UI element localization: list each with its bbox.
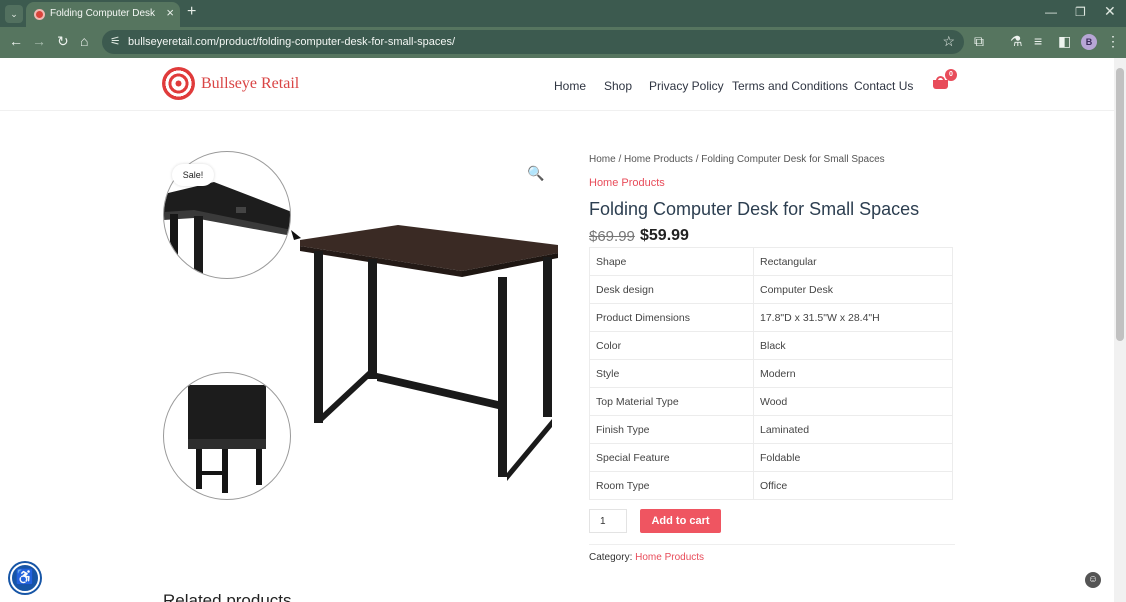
table-row: Shape Rectangular — [589, 247, 953, 276]
side-panel-icon[interactable]: ◧ — [1058, 33, 1071, 50]
sale-badge: Sale! — [172, 164, 214, 186]
browser-toolbar: ← → ↻ ⌂ ⚟ bullseyeretail.com/product/fol… — [0, 27, 1126, 58]
nav-shop[interactable]: Shop — [604, 79, 632, 93]
category-value-link[interactable]: Home Products — [635, 552, 704, 563]
spec-key: Top Material Type — [589, 387, 754, 416]
kebab-menu-icon[interactable]: ⋮ — [1106, 33, 1120, 50]
folded-desk-circle — [163, 372, 291, 500]
spec-value: Rectangular — [753, 247, 953, 276]
desk-product-image — [300, 225, 558, 481]
restore-icon[interactable]: ❐ — [1075, 5, 1086, 19]
spec-key: Room Type — [589, 471, 754, 500]
spec-value: Laminated — [753, 415, 953, 444]
spec-value: Black — [753, 331, 953, 360]
magnifier-icon[interactable]: 🔍 — [527, 165, 544, 182]
browser-tabbar: ⌄ Folding Computer Desk for Small Spaces… — [0, 0, 1126, 27]
spec-key: Shape — [589, 247, 754, 276]
new-tab-icon[interactable]: + — [187, 3, 196, 21]
divider — [589, 544, 955, 545]
extensions-icon[interactable]: ⧉ — [974, 33, 984, 50]
site-info-icon[interactable]: ⚟ — [110, 34, 121, 48]
forward-icon[interactable]: → — [32, 33, 46, 49]
close-tab-icon[interactable]: × — [166, 5, 174, 20]
tab-search-chevron-icon[interactable]: ⌄ — [5, 5, 23, 23]
nav-contact-us[interactable]: Contact Us — [854, 79, 913, 93]
nav-terms-and-conditions[interactable]: Terms and Conditions — [732, 79, 848, 93]
url-text[interactable]: bullseyeretail.com/product/folding-compu… — [128, 36, 455, 48]
table-row: Special Feature Foldable — [589, 443, 953, 472]
accessibility-icon[interactable]: ♿ — [10, 563, 40, 593]
table-row: Color Black — [589, 331, 953, 360]
spec-value: Foldable — [753, 443, 953, 472]
table-row: Product Dimensions 17.8"D x 31.5"W x 28.4… — [589, 303, 953, 332]
product-title: Folding Computer Desk for Small Spaces — [589, 199, 920, 219]
site-header: Bullseye Retail Home Shop Privacy Policy… — [0, 58, 1114, 111]
table-row: Top Material Type Wood — [589, 387, 953, 416]
site-favicon-icon — [34, 9, 45, 20]
table-row: Style Modern — [589, 359, 953, 388]
profile-avatar[interactable]: B — [1081, 34, 1097, 50]
related-products-heading: Related products — [163, 591, 292, 602]
sale-price: $59.99 — [640, 227, 689, 244]
minimize-icon[interactable]: — — [1045, 5, 1057, 19]
page-scrollbar[interactable] — [1114, 58, 1126, 602]
nav-home[interactable]: Home — [554, 79, 586, 93]
spec-key: Product Dimensions — [589, 303, 754, 332]
category-label: Category: — [589, 552, 633, 563]
product-image-gallery[interactable] — [160, 148, 558, 503]
spec-value: Modern — [753, 359, 953, 388]
product-category: Category: Home Products — [589, 552, 704, 563]
original-price: $69.99 — [589, 228, 635, 245]
bookmark-star-icon[interactable]: ☆ — [942, 33, 955, 50]
back-icon[interactable]: ← — [9, 33, 23, 49]
spec-key: Finish Type — [589, 415, 754, 444]
table-row: Room Type Office — [589, 471, 953, 500]
add-to-cart-button[interactable]: Add to cart — [640, 509, 721, 533]
spec-value: Office — [753, 471, 953, 500]
category-link[interactable]: Home Products — [589, 177, 665, 189]
reading-list-icon[interactable]: ≡ — [1034, 33, 1042, 49]
spec-value: 17.8"D x 31.5"W x 28.4"H — [753, 303, 953, 332]
home-icon[interactable]: ⌂ — [80, 33, 88, 49]
brand-name[interactable]: Bullseye Retail — [201, 75, 299, 93]
breadcrumb[interactable]: Home / Home Products / Folding Computer … — [589, 154, 885, 165]
spec-key: Style — [589, 359, 754, 388]
spec-key: Special Feature — [589, 443, 754, 472]
tab-title: Folding Computer Desk for Small Spaces –… — [50, 8, 158, 19]
nav-privacy-policy[interactable]: Privacy Policy — [649, 79, 724, 93]
close-window-icon[interactable]: ✕ — [1104, 3, 1116, 20]
scrollbar-thumb[interactable] — [1116, 68, 1124, 341]
address-bar[interactable]: ⚟ bullseyeretail.com/product/folding-com… — [102, 30, 964, 54]
cart-count-badge: 0 — [945, 69, 957, 81]
reload-icon[interactable]: ↻ — [57, 33, 69, 50]
product-specs-table: Shape Rectangular Desk design Computer Des… — [589, 247, 953, 500]
bullseye-logo-icon[interactable] — [162, 67, 195, 100]
spec-value: Wood — [753, 387, 953, 416]
spec-key: Desk design — [589, 275, 754, 304]
table-row: Desk design Computer Desk — [589, 275, 953, 304]
labs-flask-icon[interactable]: ⚗ — [1010, 33, 1023, 50]
spec-key: Color — [589, 331, 754, 360]
spec-value: Computer Desk — [753, 275, 953, 304]
browser-tab[interactable]: Folding Computer Desk for Small Spaces –… — [26, 2, 180, 27]
table-row: Finish Type Laminated — [589, 415, 953, 444]
chat-widget-icon[interactable]: ☺ — [1085, 572, 1101, 588]
quantity-input[interactable]: 1 — [589, 509, 627, 533]
